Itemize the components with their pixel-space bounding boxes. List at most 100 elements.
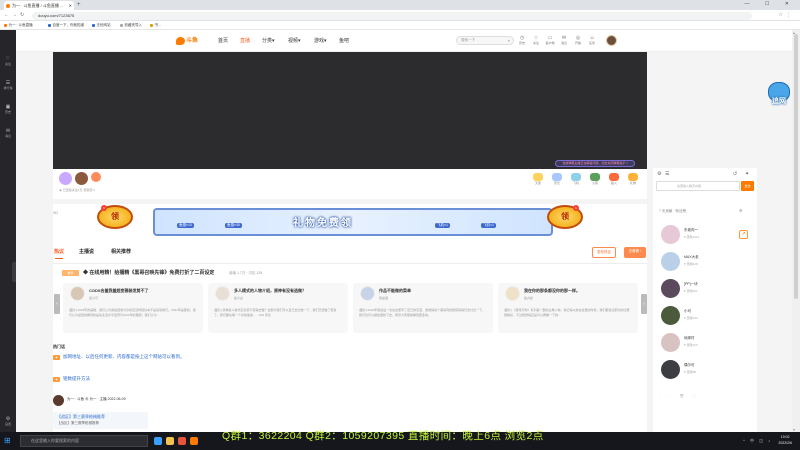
video-player[interactable]: 当前弹幕主播正在解答问题，点击关闭弹幕提示 ×: [53, 52, 647, 169]
chat-input[interactable]: 这里输入聊天内容: [656, 181, 740, 191]
topic-link[interactable]: 铭数提升方法: [63, 376, 90, 382]
nav-category[interactable]: 分类▾: [262, 37, 275, 45]
rank-item[interactable]: 偶尔可 ♥ 贡献88: [661, 360, 753, 384]
taskbar-clock[interactable]: 19:02 2022/2/6: [778, 434, 792, 446]
sidebar-item-messages[interactable]: ✉ 消息: [0, 128, 16, 138]
banner-panel: 鱼翅×10 鱼翅×30 礼物免费领 飞机×1 飞机×1: [153, 208, 553, 236]
bookmark-item[interactable]: 收藏夹导入: [120, 21, 142, 30]
user-avatar[interactable]: [606, 35, 617, 46]
folder-app-icon[interactable]: [166, 437, 174, 445]
window-controls[interactable]: — ☐ ✕: [745, 1, 796, 7]
sidebar-item-follow[interactable]: ♡ 关注: [0, 56, 16, 66]
gift-item[interactable]: 礼物: [626, 173, 640, 185]
chrome-app-icon[interactable]: [178, 437, 186, 445]
browser-tab[interactable]: 为一 · 斗鱼直播 / 斗鱼直播 ... ✕: [4, 1, 74, 10]
post-author-avatar[interactable]: [53, 395, 64, 406]
discussion-card[interactable]: 多人模式的人物介绍，原神有没有选做？ 鱼大白 [图片] 原神多人模式究竟值不值得…: [208, 283, 348, 333]
post-preview[interactable]: 【战区】第三赛季枪械推荐 【战区】第三赛季枪械推荐: [53, 412, 148, 429]
header-broadcast[interactable]: ◎ 开播: [572, 35, 584, 45]
sidebar-bottom-tools[interactable]: ··· 🗑 ⛶: [659, 394, 699, 398]
address-input[interactable]: douyu.com/7123675: [32, 11, 752, 20]
douyu-app-icon[interactable]: [190, 437, 198, 445]
banner-chip: 鱼翅×30: [225, 223, 242, 228]
tab-close-icon[interactable]: ✕: [69, 1, 72, 10]
nav-yuba[interactable]: 鱼吧: [339, 37, 349, 45]
fan-avatar: [661, 225, 680, 244]
windows-start-icon[interactable]: ⊞: [4, 436, 11, 446]
publish-button[interactable]: 发布热议: [592, 247, 616, 258]
gift-item[interactable]: 飞机: [569, 173, 583, 185]
lower-content: 热门话 ◆ 加网地址、以后任何更新、内容都是按上这个网站可以看到。 ◆ 铭数提升…: [53, 344, 647, 432]
discussion-card[interactable]: CODS合盖我盖超变雅装发剪不了 晨小可 [图片] 2022年的第数，我们认为我…: [63, 283, 203, 333]
search-icon[interactable]: ⌕: [508, 37, 510, 44]
topic-tag: ◆: [53, 377, 60, 382]
prev-arrow-icon[interactable]: ‹: [54, 294, 60, 314]
fan-avatar: [661, 279, 680, 298]
nav-games[interactable]: 游戏▾: [314, 37, 327, 45]
gift-badge-icon[interactable]: [75, 172, 88, 185]
header-follow[interactable]: ☆ 关注: [530, 35, 542, 45]
nav-home[interactable]: 首页: [218, 37, 228, 45]
notice-meta: 阅读 1.7万 · 讨论 128: [229, 271, 263, 275]
settings-icon[interactable]: ⚙: [739, 208, 743, 213]
search-input[interactable]: 搜索一下 ⌕: [456, 36, 514, 45]
danmu-tip[interactable]: 当前弹幕主播正在解答问题，点击关闭弹幕提示 ×: [555, 160, 635, 167]
rank-item[interactable]: 东坡肉一 ♥ 贡献1314: [661, 225, 753, 249]
header-history[interactable]: ◷ 历史: [516, 35, 528, 45]
system-tray[interactable]: ^ 中 ◫ ♪: [743, 437, 772, 445]
rank-item[interactable]: 地球村 ♥ 贡献120: [661, 333, 753, 357]
rank-item[interactable]: [PP]一块 ♥ 贡献521: [661, 279, 753, 303]
sidebar-item-settings[interactable]: ⚙ 设置: [0, 416, 16, 426]
sidebar-item-rank[interactable]: ☰ 排行榜: [0, 80, 16, 90]
new-tab-button[interactable]: +: [77, 1, 81, 9]
sparkle-icon[interactable]: ✦: [745, 171, 749, 177]
notice-title[interactable]: ◆ 在线用精！给播精《黑哥召唤先锋》免费打折了二百设定: [83, 269, 214, 277]
gear-icon[interactable]: ⚙: [657, 171, 661, 177]
sidebar-item-history[interactable]: ▣ 历史: [0, 104, 16, 114]
free-gift-banner[interactable]: 3D 领 1 鱼翅×10 鱼翅×30 礼物免费领 飞机×1 飞机×1 领 1: [53, 204, 647, 240]
player-control-bar: ★ 已连续关注1天 贡献值 0 天使 荧光 飞机 火箭 超火 礼物: [53, 169, 647, 199]
bookmark-item[interactable]: 百度一下，你就知道: [48, 21, 84, 30]
gift-badge-icon[interactable]: [91, 172, 101, 182]
next-arrow-icon[interactable]: ›: [641, 294, 647, 314]
mascot-widget[interactable]: 追网: [764, 82, 792, 112]
discussion-card[interactable]: 作品不能做的菜单 我是谁 [图片] 2022年我最后一次在这里写了自己的东西，我…: [353, 283, 493, 333]
claim-button-left[interactable]: 领 1: [97, 205, 133, 229]
bookmark-item[interactable]: 无忧网站: [92, 21, 111, 30]
rank-item[interactable]: 小可 ♥ 贡献233: [661, 306, 753, 330]
rocket-gift-icon: [590, 173, 600, 181]
discussion-card[interactable]: 我在你的那条都没你的那一样。 鱼丸饭 [图片] 《游戏与你》系列第一部的主角人物…: [498, 283, 638, 333]
tab-streamer-says[interactable]: 主播说: [79, 249, 94, 256]
topic-link[interactable]: 加网地址、以后任何更新、内容都是按上这个网站可以看到。: [63, 354, 185, 360]
browser-extension-icons[interactable]: ☆⋮: [779, 11, 794, 20]
nav-video[interactable]: 视频▾: [288, 37, 301, 45]
edge-app-icon[interactable]: [154, 437, 162, 445]
bookmark-item[interactable]: 书...: [150, 21, 161, 30]
bookmark-item[interactable]: 为一 · 斗鱼直播: [4, 21, 33, 30]
tab-hot-discussion[interactable]: 热议: [54, 249, 64, 259]
gift-badge-icon[interactable]: [59, 172, 72, 185]
send-button[interactable]: 发送: [741, 181, 754, 191]
rank-item[interactable]: MAX大老 ♥ 贡献928: [661, 252, 753, 276]
page-scrollbar[interactable]: ▴ ▾: [792, 30, 800, 432]
header-client[interactable]: ▭ 客户端: [544, 35, 556, 45]
fan-avatar: [661, 252, 680, 271]
nav-live[interactable]: 直播: [240, 37, 250, 45]
header-tasks[interactable]: ☺ 任务: [586, 35, 598, 45]
go-see-button[interactable]: 去看看 ›: [624, 247, 646, 258]
gift-item[interactable]: 超火: [607, 173, 621, 185]
claim-button-right[interactable]: 领 1: [547, 205, 583, 229]
browser-nav-buttons[interactable]: ←→↻: [4, 11, 27, 20]
sidebar-collapse-handle[interactable]: [12, 262, 16, 282]
author-avatar: [215, 286, 230, 301]
gift-item[interactable]: 火箭: [588, 173, 602, 185]
taskbar-search[interactable]: 在这里输入你要搜索的内容: [20, 435, 148, 447]
menu-icon[interactable]: ☰: [665, 171, 669, 177]
tab-related[interactable]: 相关推荐: [111, 249, 131, 256]
refresh-icon[interactable]: ↺: [733, 171, 737, 177]
gift-item[interactable]: 天使: [531, 173, 545, 185]
gift-item[interactable]: 荧光: [550, 173, 564, 185]
chat-sidebar: ⚙ ☰ ↺ ✦ 这里输入聊天内容 发送 7 天贡献 · 粉丝榜 ⚙ ↗ 东坡肉一…: [653, 168, 757, 432]
douyu-logo[interactable]: 斗鱼: [176, 36, 202, 46]
header-messages[interactable]: ✉ 消息: [558, 35, 570, 45]
